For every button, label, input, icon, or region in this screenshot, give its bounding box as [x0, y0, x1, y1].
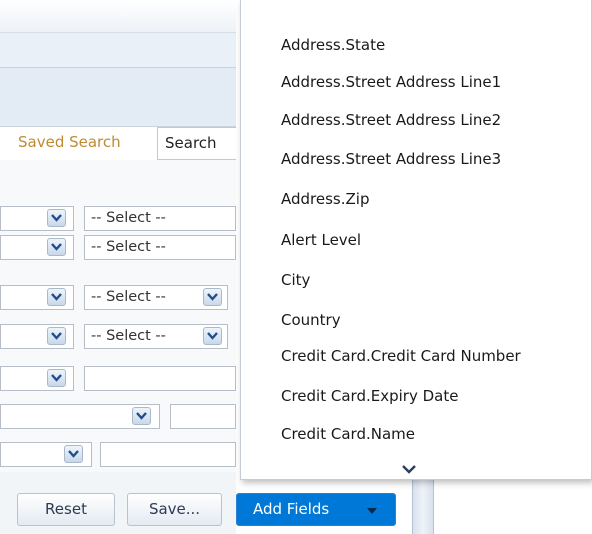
chevron-down-icon[interactable] — [132, 407, 151, 425]
menu-item-address-street-line3[interactable]: Address.Street Address Line3 — [281, 150, 501, 168]
header-band-bottom — [0, 68, 236, 126]
header-band-middle — [0, 32, 236, 68]
chevron-down-icon[interactable] — [47, 327, 66, 345]
menu-item-alert-level[interactable]: Alert Level — [281, 231, 361, 249]
menu-item-country[interactable]: Country — [281, 311, 341, 329]
menu-item-city[interactable]: City — [281, 271, 310, 289]
chevron-down-icon[interactable] — [47, 369, 66, 387]
add-fields-button[interactable]: Add Fields — [236, 493, 396, 526]
chevron-down-icon[interactable] — [47, 238, 66, 256]
chevron-down-icon[interactable] — [401, 463, 417, 475]
menu-item-credit-card-name[interactable]: Credit Card.Name — [281, 425, 415, 443]
chevron-down-icon[interactable] — [47, 209, 66, 227]
chevron-down-icon[interactable] — [47, 288, 66, 306]
menu-item-credit-card-expiry[interactable]: Credit Card.Expiry Date — [281, 387, 458, 405]
value-select[interactable]: -- Select -- — [84, 235, 236, 260]
menu-item-address-street-line1[interactable]: Address.Street Address Line1 — [281, 73, 501, 91]
menu-item-address-zip[interactable]: Address.Zip — [281, 190, 369, 208]
value-input[interactable] — [170, 404, 236, 429]
tab-saved-search[interactable]: Saved Search — [18, 127, 121, 160]
caret-down-icon — [367, 508, 377, 514]
chevron-down-icon[interactable] — [203, 327, 222, 345]
menu-item-credit-card-number[interactable]: Credit Card.Credit Card Number — [281, 347, 521, 365]
value-input[interactable] — [84, 366, 236, 391]
chevron-down-icon[interactable] — [64, 445, 83, 463]
tab-search[interactable]: Search — [157, 127, 236, 160]
header-band-top — [0, 0, 236, 32]
menu-item-address-street-line2[interactable]: Address.Street Address Line2 — [281, 111, 501, 129]
menu-item-address-state[interactable]: Address.State — [281, 36, 385, 54]
add-fields-menu: Address.State Address.Street Address Lin… — [240, 0, 592, 480]
reset-button[interactable]: Reset — [17, 493, 115, 526]
value-input[interactable] — [100, 442, 236, 467]
chevron-down-icon[interactable] — [203, 288, 222, 306]
save-button[interactable]: Save... — [127, 493, 222, 526]
add-fields-label: Add Fields — [253, 500, 330, 518]
value-select[interactable]: -- Select -- — [84, 206, 236, 231]
